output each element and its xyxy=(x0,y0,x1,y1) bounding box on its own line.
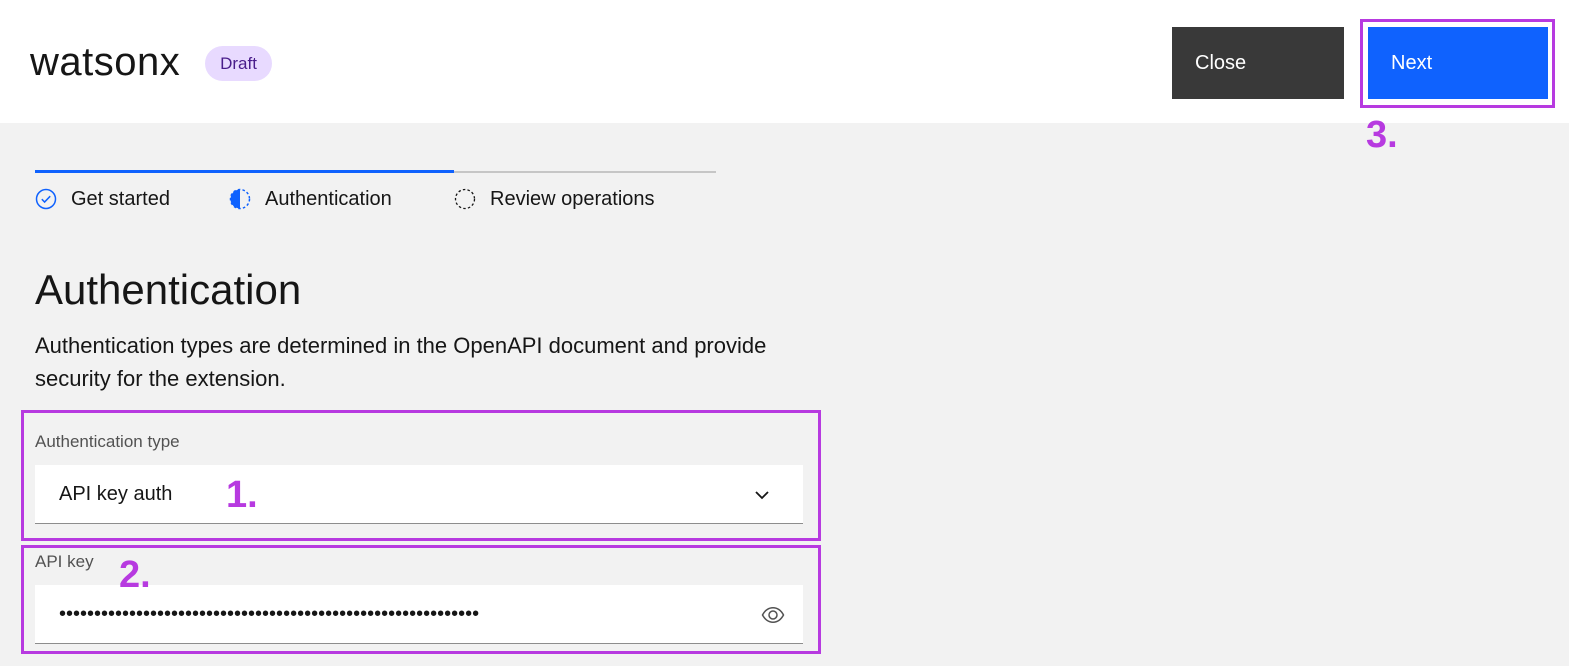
checkmark-circle-icon xyxy=(35,188,57,210)
annotation-number-1: 1. xyxy=(226,474,258,516)
annotation-number-3: 3. xyxy=(1366,114,1398,156)
chevron-down-icon xyxy=(755,491,769,500)
step-label: Review operations xyxy=(490,187,655,210)
auth-type-dropdown[interactable]: API key auth xyxy=(35,465,803,524)
progress-indicator: Get started Authentication Review operat… xyxy=(35,170,716,230)
annotation-number-2: 2. xyxy=(119,554,151,596)
page-title: Authentication xyxy=(35,266,302,313)
step-get-started[interactable]: Get started xyxy=(35,187,170,211)
half-circle-icon xyxy=(229,188,251,210)
api-key-label: API key xyxy=(35,552,94,571)
step-label: Authentication xyxy=(265,187,392,210)
next-button[interactable]: Next xyxy=(1368,27,1548,99)
auth-type-value: API key auth xyxy=(59,483,173,505)
draft-tag: Draft xyxy=(205,46,272,81)
header: watsonx Draft Close Next xyxy=(0,0,1569,123)
close-button[interactable]: Close xyxy=(1172,27,1344,99)
step-label: Get started xyxy=(71,187,170,210)
page-description: Authentication types are determined in t… xyxy=(35,333,767,391)
progress-track-remaining xyxy=(454,171,716,173)
dashed-circle-icon xyxy=(454,188,476,210)
eye-icon[interactable] xyxy=(761,603,785,627)
progress-track-active xyxy=(35,170,454,173)
auth-type-label: Authentication type xyxy=(35,432,180,451)
step-review-operations[interactable]: Review operations xyxy=(454,187,655,211)
brand-title: watsonx xyxy=(30,40,181,84)
step-authentication[interactable]: Authentication xyxy=(229,187,392,211)
